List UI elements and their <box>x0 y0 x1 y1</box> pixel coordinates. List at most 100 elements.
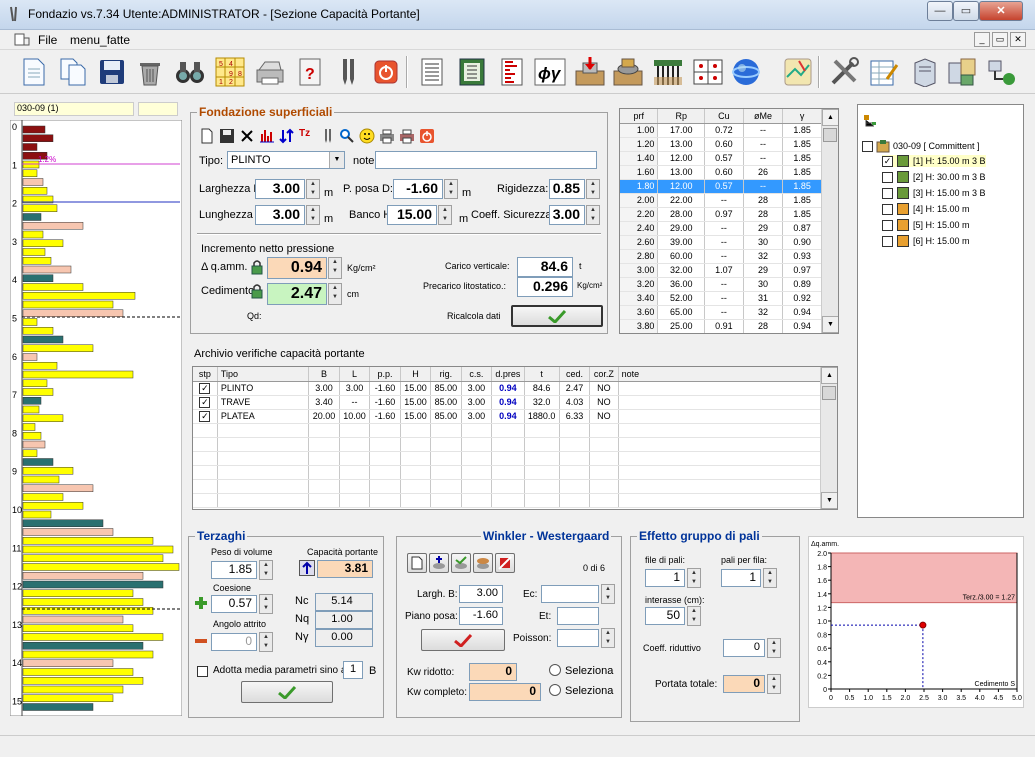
cpt-header-cell[interactable]: Cu <box>704 109 744 124</box>
archivio-stp-cell[interactable] <box>193 465 218 480</box>
poisson-spinner[interactable]: ▲ ▼ <box>601 628 615 648</box>
archivio-stp-cell[interactable] <box>193 437 218 452</box>
archivio-row[interactable] <box>193 479 823 494</box>
save-icon[interactable] <box>94 54 130 90</box>
new-document-icon[interactable] <box>16 54 52 90</box>
zoom-icon[interactable] <box>339 128 355 144</box>
cpt-row[interactable]: 3.80 25.00 0.91 28 0.94 <box>620 319 822 333</box>
archivio-header-cell[interactable]: Tipo <box>217 367 310 382</box>
media-field[interactable]: 1 <box>343 661 363 679</box>
scroll-up-arrow-icon[interactable]: ▲ <box>822 109 838 126</box>
qamm-field[interactable]: 0.94 <box>267 257 327 279</box>
cpt-header-cell[interactable]: øMe <box>743 109 784 124</box>
et-field[interactable] <box>557 607 599 625</box>
coesione-spinner[interactable]: ▲ ▼ <box>259 594 273 614</box>
archivio-header-cell[interactable]: t <box>524 367 560 382</box>
archivio-row[interactable] <box>193 423 823 438</box>
sort-icon[interactable] <box>279 128 295 144</box>
pencils-small-icon[interactable] <box>319 128 335 144</box>
lunghezza-spinner[interactable]: ▲ ▼ <box>306 205 320 225</box>
archivio-row[interactable]: ✓ TRAVE 3.40 -- -1.60 15.00 85.00 3.00 0.94 32.0 4… <box>193 395 823 410</box>
archivio-stp-cell[interactable] <box>193 451 218 466</box>
cpt-scrollbar[interactable]: ▲ ▼ <box>821 109 838 333</box>
exit-small-icon[interactable] <box>419 128 435 144</box>
terzaghi-confirm-button[interactable] <box>241 681 333 703</box>
tree-item[interactable]: [4] H: 15.00 m <box>882 203 970 215</box>
cpt-row[interactable]: 2.40 29.00 -- 29 0.87 <box>620 221 822 236</box>
archivio-stp-cell[interactable]: ✓ <box>193 409 218 424</box>
cpt-row[interactable]: 2.20 28.00 0.97 28 1.85 <box>620 207 822 222</box>
minus-icon[interactable] <box>193 633 209 649</box>
network-computers-icon[interactable] <box>944 54 980 90</box>
archivio-header-cell[interactable]: note <box>618 367 823 382</box>
tree-item[interactable]: [6] H: 15.00 m <box>882 235 970 247</box>
piano-field[interactable]: -1.60 <box>459 607 503 625</box>
interasse-field[interactable]: 50 <box>645 607 685 625</box>
mdi-minimize-button[interactable]: _ <box>974 32 990 47</box>
archivio-stp-cell[interactable] <box>193 423 218 438</box>
attrito-spinner[interactable]: ▲ ▼ <box>259 632 273 652</box>
profile-id-field[interactable]: 030-09 (1) <box>14 102 134 116</box>
precarico-field[interactable]: 0.296 <box>517 277 573 297</box>
winkler-new-icon[interactable] <box>407 553 427 573</box>
archivio-row-checkbox[interactable]: ✓ <box>199 396 211 408</box>
archivio-stp-cell[interactable]: ✓ <box>193 381 218 396</box>
plus-icon[interactable] <box>193 595 209 611</box>
archivio-row[interactable] <box>193 451 823 466</box>
maximize-button[interactable]: ▭ <box>953 1 979 21</box>
tree-item-checkbox[interactable] <box>882 235 893 247</box>
rigidezza-spinner[interactable]: ▲ ▼ <box>586 179 600 199</box>
archivio-header-cell[interactable]: d.pres <box>491 367 525 382</box>
printer-icon[interactable] <box>252 54 288 90</box>
cpt-header-cell[interactable]: Rp <box>657 109 706 124</box>
sudoku-grid-icon[interactable]: 54 98 12 <box>212 54 248 90</box>
tree-item[interactable]: [2] H: 30.00 m 3 B <box>882 171 986 183</box>
pali-spinner[interactable]: ▲ ▼ <box>763 568 777 588</box>
report-document-icon[interactable] <box>414 54 450 90</box>
archivio-header-cell[interactable]: cor.Z <box>589 367 619 382</box>
archivio-row-checkbox[interactable]: ✓ <box>199 410 211 422</box>
trash-icon[interactable] <box>132 54 168 90</box>
attrito-field[interactable]: 0 <box>211 633 257 651</box>
rigidezza-field[interactable]: 0.85 <box>549 179 585 199</box>
tree-item-checkbox[interactable]: ✓ <box>882 155 893 167</box>
kwc-field[interactable]: 0 <box>469 683 541 701</box>
tree-item-checkbox[interactable] <box>882 171 893 183</box>
archivio-scrollbar[interactable]: ▲ ▼ <box>820 367 837 509</box>
poisson-field[interactable] <box>557 629 599 647</box>
pposa-spinner[interactable]: ▲ ▼ <box>444 179 458 199</box>
menu-fatte[interactable]: menu_fatte <box>70 33 130 47</box>
note-input[interactable] <box>375 151 597 169</box>
scroll-down-arrow-icon[interactable]: ▼ <box>822 316 838 333</box>
print-preview-icon[interactable] <box>399 128 415 144</box>
archivio-row[interactable]: ✓ PLATEA 20.00 10.00 -1.60 15.00 85.00 3.00 0.94… <box>193 409 823 424</box>
archivio-row[interactable] <box>193 493 823 508</box>
terzaghi-tz-icon[interactable]: Tᴢ <box>299 128 315 144</box>
winkler-add-layer-icon[interactable] <box>429 553 449 573</box>
portata-field[interactable]: 0 <box>723 675 765 693</box>
cpt-row[interactable]: 1.00 17.00 0.72 -- 1.85 <box>620 123 822 138</box>
peso-field[interactable]: 1.85 <box>211 561 257 579</box>
coeff-riduttivo-field[interactable]: 0 <box>723 639 765 657</box>
interasse-spinner[interactable]: ▲ ▼ <box>687 606 701 626</box>
piles-foundation-icon[interactable] <box>610 54 646 90</box>
archivio-header-cell[interactable]: rig. <box>430 367 462 382</box>
archivio-scroll-up-icon[interactable]: ▲ <box>821 367 837 384</box>
profile-id-field-2[interactable] <box>138 102 178 116</box>
peso-spinner[interactable]: ▲ ▼ <box>259 560 273 580</box>
archivio-stp-cell[interactable]: ✓ <box>193 395 218 410</box>
archivio-stp-cell[interactable] <box>193 479 218 494</box>
cpt-row[interactable]: 1.20 13.00 0.60 -- 1.85 <box>620 137 822 152</box>
winkler-check-layer-icon[interactable] <box>451 553 471 573</box>
archivio-row[interactable]: ✓ PLINTO 3.00 3.00 -1.60 15.00 85.00 3.00 0.94 84… <box>193 381 823 396</box>
foundation-load-icon[interactable] <box>572 54 608 90</box>
archivio-row[interactable] <box>193 465 823 480</box>
tree-root[interactable]: 030-09 [ Committent ] <box>862 139 980 153</box>
cpt-row[interactable]: 2.00 22.00 -- 28 1.85 <box>620 193 822 208</box>
menu-file[interactable]: File <box>38 33 57 47</box>
pile-layout-icon[interactable] <box>690 54 726 90</box>
map-icon[interactable] <box>780 54 816 90</box>
arrow-up-icon[interactable] <box>299 560 315 576</box>
tree-item-checkbox[interactable] <box>882 219 893 231</box>
cedimento-spinner[interactable]: ▲ ▼ <box>328 283 342 305</box>
